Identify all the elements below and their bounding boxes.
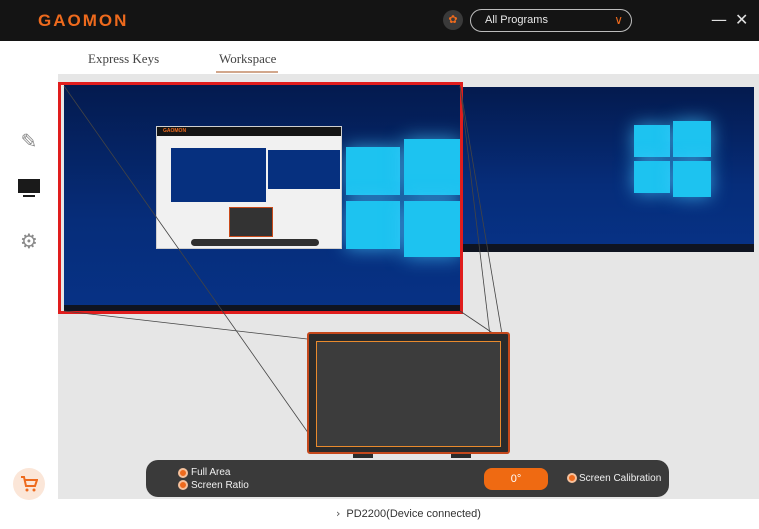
- tablet-stand-left: [353, 454, 373, 458]
- screen-calibration-radio[interactable]: [567, 473, 577, 483]
- cart-icon[interactable]: [13, 468, 45, 500]
- rotation-button[interactable]: 0°: [484, 468, 548, 490]
- chevron-down-icon: ∨: [614, 13, 623, 27]
- program-select-value: All Programs: [485, 14, 548, 26]
- program-select[interactable]: All Programs ∨: [470, 9, 632, 32]
- device-status-label: PD2200(Device connected): [346, 508, 481, 520]
- tab-bar: Express Keys Workspace: [58, 41, 759, 74]
- monitor-icon[interactable]: [17, 177, 41, 201]
- apps-grid-icon[interactable]: ✿: [443, 10, 463, 30]
- title-bar: GAOMON ✿ All Programs ∨ — ✕: [0, 0, 759, 41]
- tablet-active-area: [316, 341, 501, 447]
- gaomon-app-window: GAOMON ✿ All Programs ∨ — ✕ Express Keys…: [0, 0, 759, 529]
- tablet-stand-right: [451, 454, 471, 458]
- screen-calibration-label[interactable]: Screen Calibration: [579, 473, 661, 484]
- minimize-button[interactable]: —: [711, 10, 727, 30]
- screen-ratio-label[interactable]: Screen Ratio: [191, 480, 249, 491]
- tablet-preview: [307, 332, 510, 454]
- full-area-radio[interactable]: [178, 468, 188, 478]
- full-area-label[interactable]: Full Area: [191, 467, 230, 478]
- close-button[interactable]: ✕: [735, 10, 748, 30]
- monitor-glyph: [18, 179, 40, 197]
- screen-ratio-radio[interactable]: [178, 480, 188, 490]
- device-status[interactable]: › PD2200(Device connected): [336, 507, 481, 520]
- gear-icon[interactable]: ⚙: [17, 229, 41, 253]
- cart-glyph: [21, 476, 39, 492]
- tab-workspace[interactable]: Workspace: [219, 51, 276, 67]
- workspace-area: GAOMON: [58, 74, 759, 499]
- device-status-bar: › PD2200(Device connected): [58, 499, 759, 529]
- pen-icon[interactable]: ✎: [17, 129, 41, 153]
- gaomon-logo: GAOMON: [38, 11, 129, 30]
- mapping-control-bar: Full Area Screen Ratio 0° Screen Calibra…: [146, 460, 669, 497]
- chevron-right-icon: ›: [336, 507, 341, 520]
- sidebar: ✎ ⚙: [0, 41, 58, 529]
- active-tab-indicator: [216, 71, 278, 73]
- tab-express-keys[interactable]: Express Keys: [88, 51, 159, 67]
